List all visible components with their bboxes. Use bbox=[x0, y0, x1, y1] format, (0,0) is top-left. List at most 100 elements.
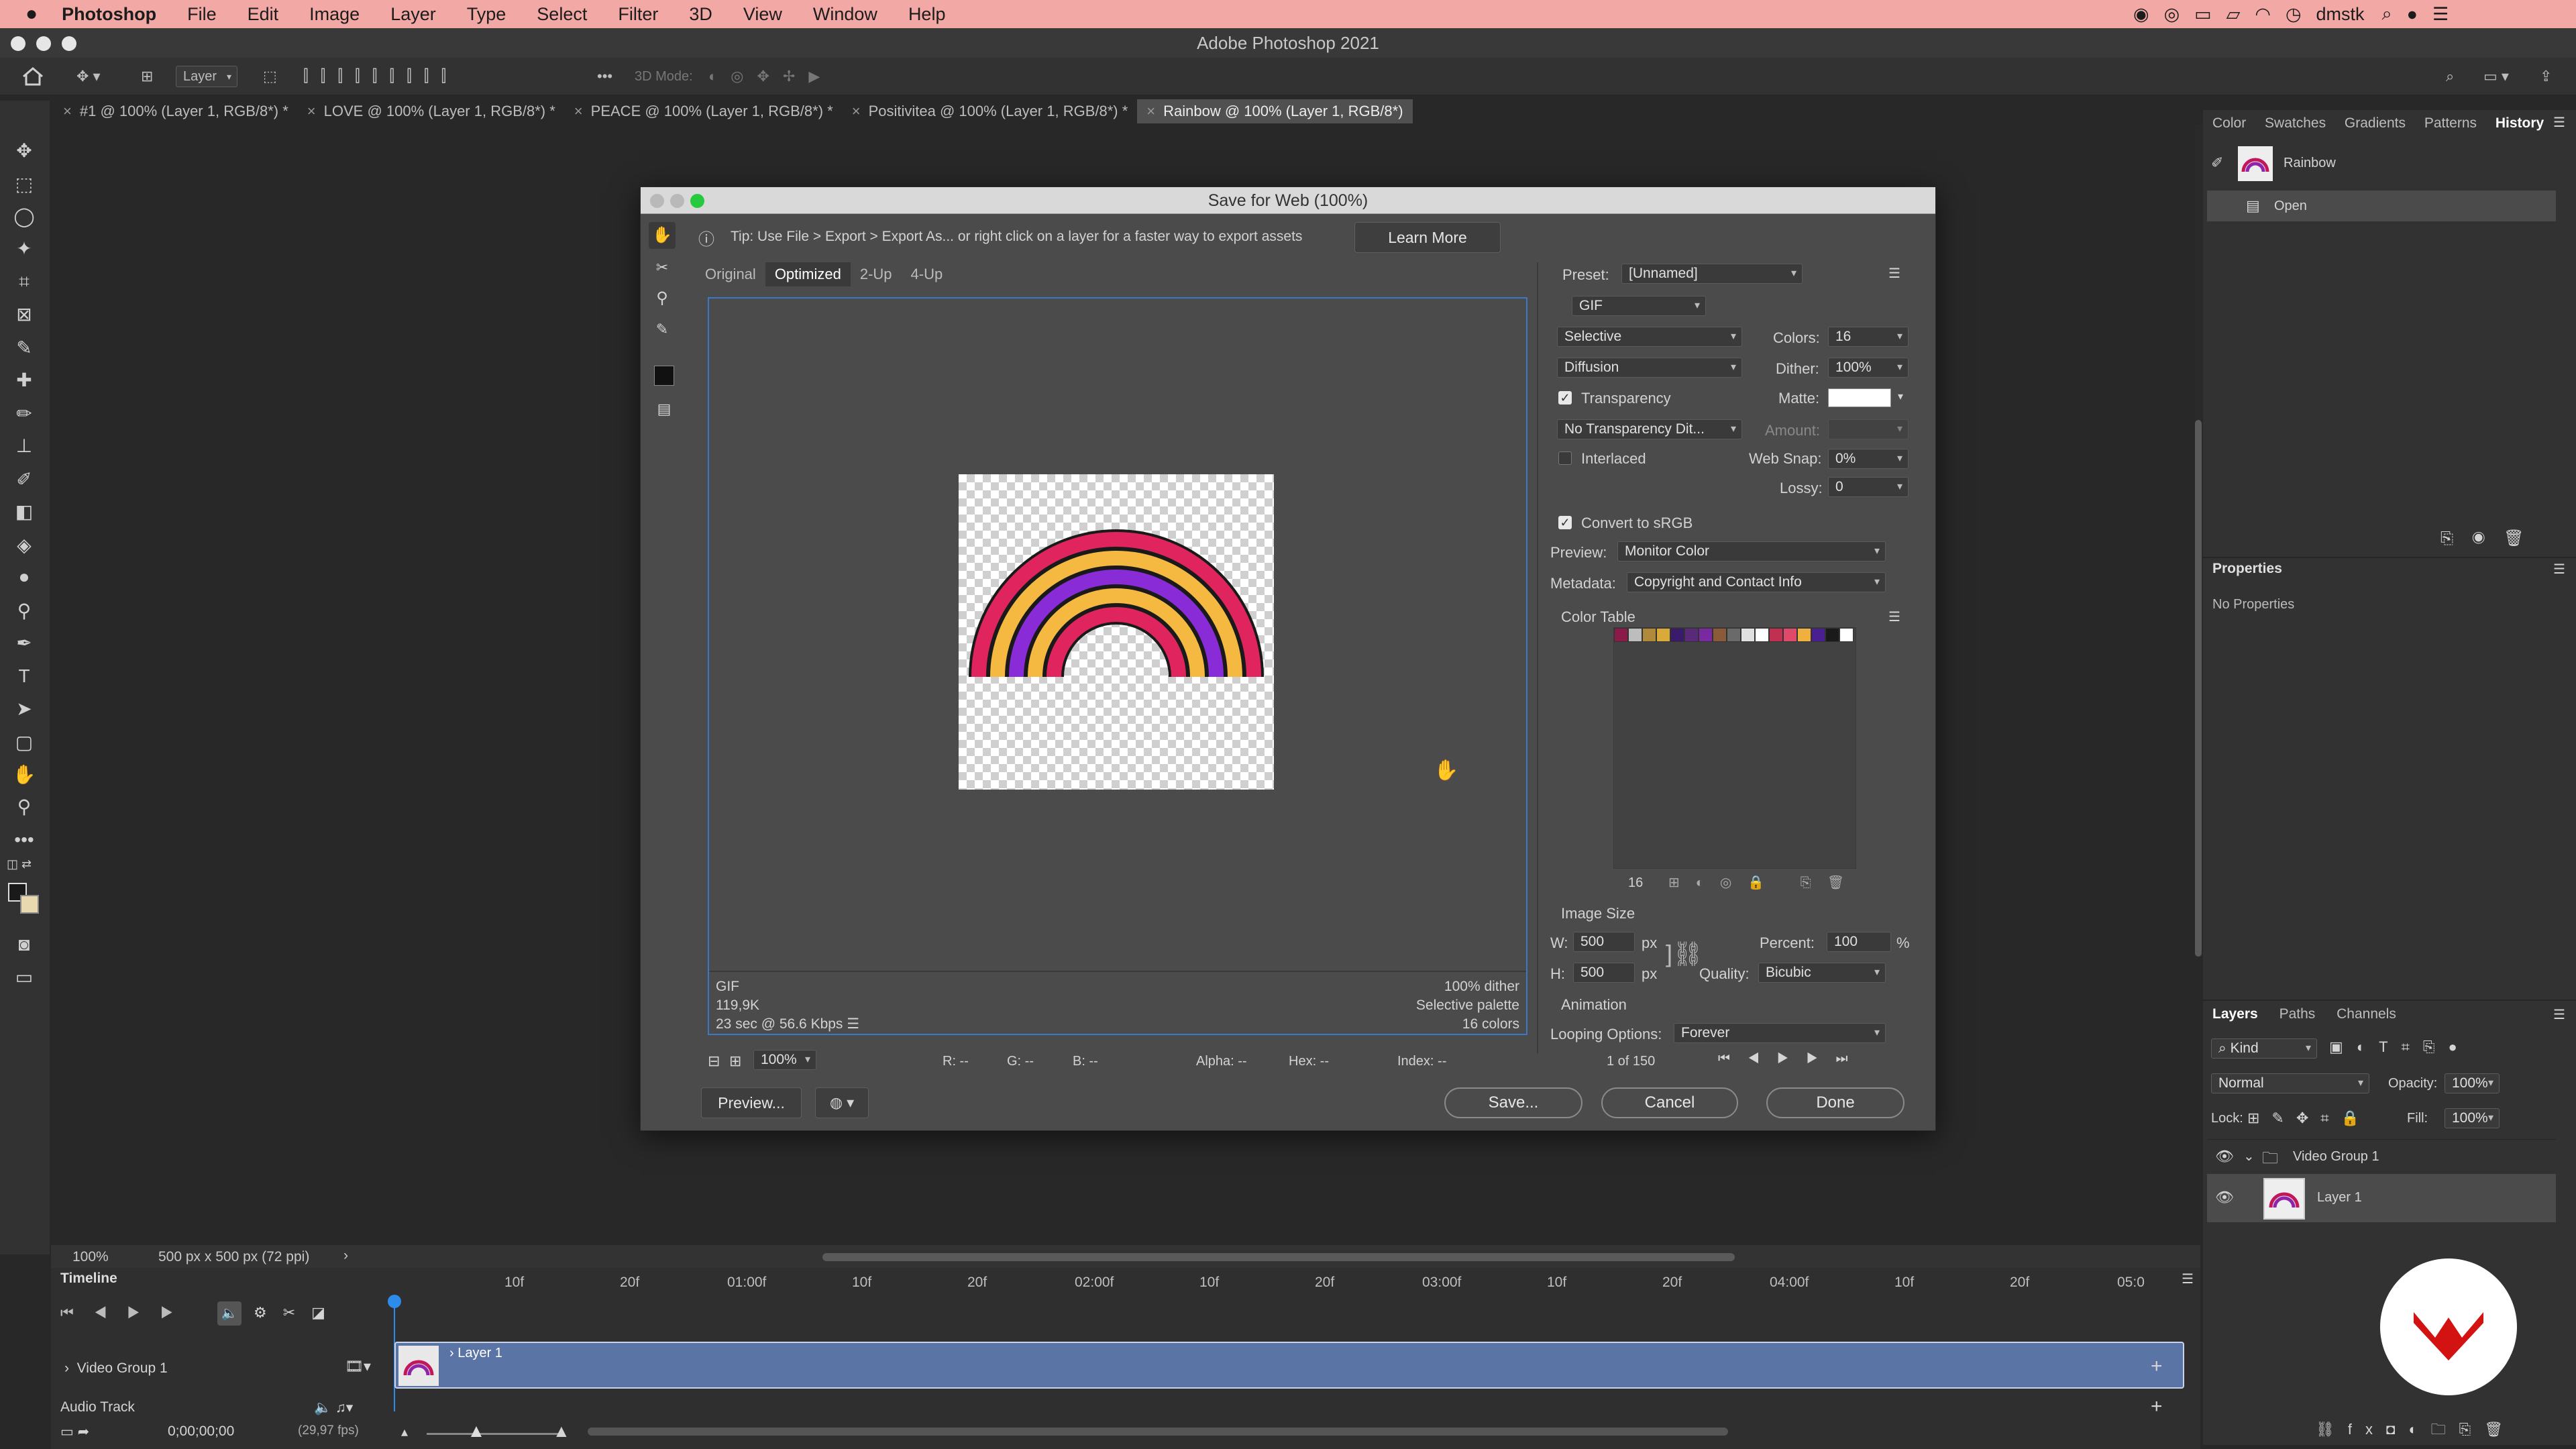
save-button[interactable]: Save... bbox=[1444, 1087, 1582, 1118]
panel-menu-icon[interactable]: ☰ bbox=[2182, 1271, 2194, 1287]
eye-icon[interactable]: 👁 bbox=[2215, 1148, 2234, 1165]
convert-srgb-checkbox[interactable]: ✓ bbox=[1558, 516, 1572, 529]
tab-2-up[interactable]: 2-Up bbox=[851, 262, 902, 286]
lossy-field[interactable]: 0 ▾ bbox=[1828, 477, 1909, 497]
hand-tool-icon[interactable]: ✋ bbox=[649, 222, 676, 249]
screen-mode-icon[interactable]: ▭ bbox=[9, 962, 39, 991]
search-icon[interactable]: ⌕ bbox=[2446, 58, 2454, 95]
looping-select[interactable]: Forever ▾ bbox=[1674, 1023, 1886, 1043]
user-name[interactable]: dmstk bbox=[2316, 4, 2365, 25]
optimized-preview-pane[interactable]: ✋ GIF 119,9K 23 sec @ 56.6 Kbps ☰ 100% d… bbox=[708, 297, 1527, 1035]
color-swatch[interactable] bbox=[1713, 628, 1727, 642]
screen-icon[interactable]: ▭ bbox=[2194, 4, 2212, 25]
color-swatch[interactable] bbox=[1727, 628, 1741, 642]
tab-patterns[interactable]: Patterns bbox=[2424, 115, 2477, 131]
width-field[interactable]: 500 bbox=[1573, 932, 1635, 952]
close-window-button[interactable] bbox=[11, 36, 25, 51]
color-table[interactable] bbox=[1613, 627, 1856, 869]
clock-icon[interactable]: ◷ bbox=[2286, 4, 2302, 25]
zoom-window-button[interactable] bbox=[62, 36, 76, 51]
dialog-close-button[interactable] bbox=[650, 194, 664, 208]
chevron-down-icon[interactable]: ⌄ bbox=[2243, 1148, 2255, 1165]
zoom-tool-icon[interactable]: ⚲ bbox=[649, 285, 676, 312]
timeline-tools[interactable]: ⚙✂◪ bbox=[254, 1304, 341, 1322]
zoom-out-icon[interactable]: ⊟ bbox=[708, 1053, 720, 1070]
color-swatch[interactable] bbox=[1797, 628, 1811, 642]
creative-cloud-icon[interactable]: ◉ bbox=[2133, 4, 2149, 25]
tab-channels[interactable]: Channels bbox=[2337, 1006, 2396, 1022]
colors-field[interactable]: 16 ▾ bbox=[1828, 327, 1909, 347]
blur-tool-icon[interactable]: ● bbox=[9, 562, 39, 592]
layer-kind-filter[interactable]: ⌕ Kind ▾ bbox=[2211, 1038, 2317, 1059]
zoom-level[interactable]: 100% bbox=[72, 1249, 109, 1265]
3d-mode-icons[interactable]: ◐◎✥✢▶ bbox=[708, 58, 833, 95]
tab-doc-1[interactable]: × #1 @ 100% (Layer 1, RGB/8*) * bbox=[54, 99, 298, 123]
chevron-right-icon[interactable]: › bbox=[343, 1248, 348, 1264]
zoom-select[interactable]: 100% ▾ bbox=[753, 1050, 816, 1070]
zoom-in-icon[interactable]: ▲ bbox=[553, 1421, 570, 1442]
panel-menu-icon[interactable]: ☰ bbox=[2553, 561, 2565, 578]
magic-wand-icon[interactable]: ✦ bbox=[9, 233, 39, 263]
menu-image[interactable]: Image bbox=[309, 4, 360, 25]
zoom-slider[interactable] bbox=[427, 1433, 561, 1435]
eyedropper-icon[interactable]: ✎ bbox=[649, 316, 676, 343]
done-button[interactable]: Done bbox=[1766, 1087, 1904, 1118]
toggle-slices-icon[interactable]: ▤ bbox=[653, 400, 676, 421]
brush-tool-icon[interactable]: ✏ bbox=[9, 398, 39, 428]
tab-peace[interactable]: × PEACE @ 100% (Layer 1, RGB/8*) * bbox=[565, 99, 843, 123]
learn-more-button[interactable]: Learn More bbox=[1354, 222, 1501, 253]
format-select[interactable]: GIF ▾ bbox=[1572, 296, 1706, 316]
audio-controls[interactable]: 🔈 ♫▾ bbox=[314, 1399, 353, 1416]
tab-history[interactable]: History bbox=[2496, 115, 2544, 131]
playhead[interactable] bbox=[388, 1295, 401, 1308]
zoom-in-icon[interactable]: ⊞ bbox=[729, 1053, 741, 1070]
web-snap-field[interactable]: 0% ▾ bbox=[1828, 449, 1909, 469]
menu-edit[interactable]: Edit bbox=[248, 4, 279, 25]
history-brush-icon[interactable]: ✐ bbox=[2211, 154, 2223, 172]
menu-app-photoshop[interactable]: Photoshop bbox=[62, 4, 156, 25]
eye-icon[interactable]: 👁 bbox=[2215, 1189, 2234, 1206]
minimize-window-button[interactable] bbox=[36, 36, 51, 51]
menu-layer[interactable]: Layer bbox=[390, 4, 436, 25]
type-tool-icon[interactable]: T bbox=[9, 661, 39, 691]
apple-icon[interactable]: ● bbox=[25, 3, 38, 25]
more-tools-icon[interactable]: ••• bbox=[9, 825, 39, 855]
color-swatches[interactable] bbox=[1614, 628, 1854, 642]
chevron-down-icon[interactable]: ▾ bbox=[1898, 390, 1903, 403]
dialog-zoom-button[interactable] bbox=[690, 194, 704, 208]
color-swatch[interactable] bbox=[1839, 628, 1854, 642]
color-swatch[interactable] bbox=[1769, 628, 1783, 642]
download-time-info[interactable]: 23 sec @ 56.6 Kbps ☰ bbox=[716, 1015, 859, 1034]
layer-row-layer-1[interactable]: 👁 Layer 1 bbox=[2207, 1174, 2556, 1222]
height-field[interactable]: 500 bbox=[1573, 963, 1635, 983]
auto-select-icon[interactable]: ⊞ bbox=[141, 58, 153, 95]
eyedropper-icon[interactable]: ✎ bbox=[9, 333, 39, 362]
close-icon[interactable]: × bbox=[574, 99, 583, 123]
paint-bucket-icon[interactable]: ◈ bbox=[9, 530, 39, 559]
history-brush-icon[interactable]: ✐ bbox=[9, 464, 39, 494]
history-item-open[interactable]: ▤ Open bbox=[2207, 191, 2556, 221]
marquee-tool-icon[interactable]: ⬚ bbox=[9, 169, 39, 199]
menu-filter[interactable]: Filter bbox=[618, 4, 658, 25]
close-icon[interactable]: × bbox=[63, 99, 72, 123]
layer-row-video-group[interactable]: 👁 ⌄ 🗀 Video Group 1 bbox=[2207, 1139, 2556, 1173]
tab-4-up[interactable]: 4-Up bbox=[902, 262, 953, 286]
eyedropper-color-swatch[interactable] bbox=[654, 366, 674, 386]
color-swatch[interactable] bbox=[1811, 628, 1825, 642]
close-icon[interactable]: × bbox=[307, 99, 316, 123]
canvas-vertical-scrollbar[interactable] bbox=[2195, 125, 2203, 957]
hand-tool-icon[interactable]: ✋ bbox=[9, 759, 39, 789]
layer-select-dropdown[interactable]: Layer ▾ bbox=[176, 66, 238, 87]
menu-icon[interactable]: ☰ bbox=[847, 1016, 859, 1032]
share-icon[interactable]: ⇪ bbox=[2540, 58, 2552, 95]
dodge-tool-icon[interactable]: ⚲ bbox=[9, 596, 39, 625]
shape-tool-icon[interactable]: ▢ bbox=[9, 727, 39, 757]
color-reduction-select[interactable]: Selective ▾ bbox=[1557, 327, 1742, 347]
color-swatch[interactable] bbox=[1699, 628, 1713, 642]
dither-field[interactable]: 100% ▾ bbox=[1828, 358, 1909, 378]
layer-filter-icons[interactable]: ▣◐T⌗⎘● bbox=[2329, 1038, 2471, 1056]
close-icon[interactable]: × bbox=[852, 99, 861, 123]
history-actions[interactable]: ⎘◉🗑 bbox=[2440, 529, 2543, 548]
menu-type[interactable]: Type bbox=[467, 4, 506, 25]
healing-brush-icon[interactable]: ✚ bbox=[9, 365, 39, 394]
